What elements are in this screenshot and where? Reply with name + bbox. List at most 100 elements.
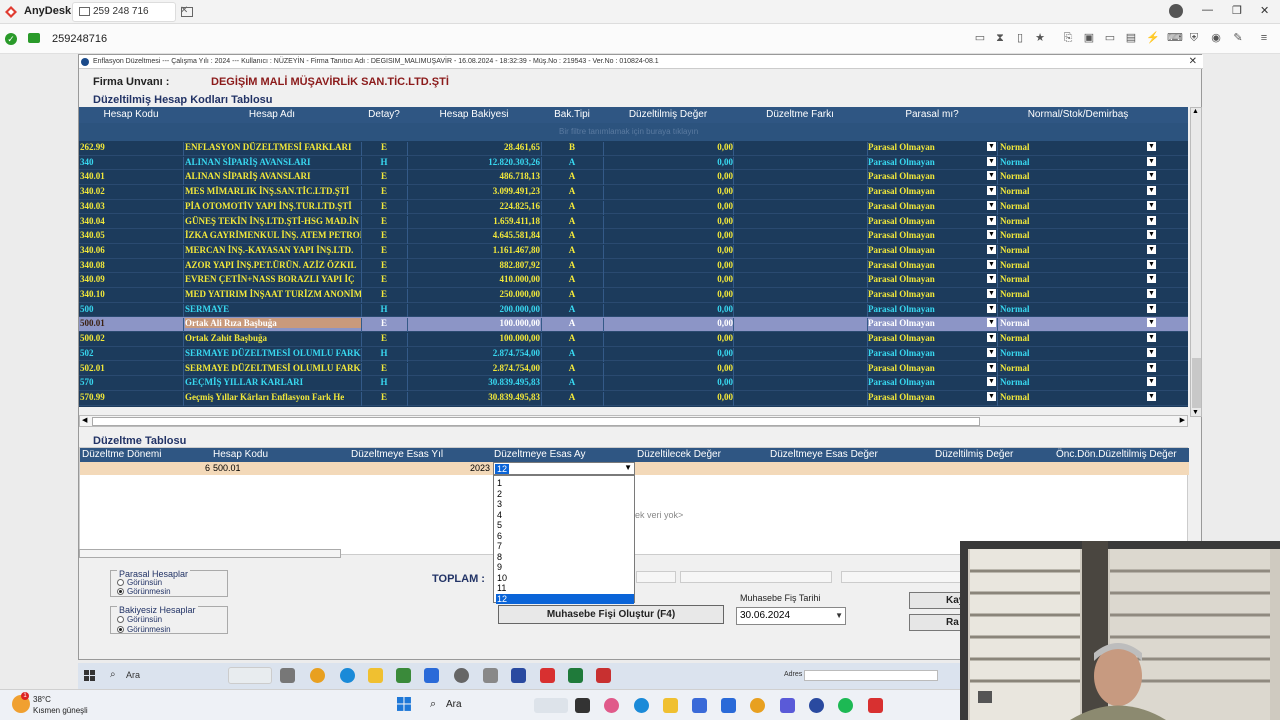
cell-duzeltilmis-deger[interactable]: 0,00 — [603, 392, 733, 402]
chat-icon[interactable]: ▭ — [974, 32, 986, 44]
cell-hesap-adi[interactable]: Ortak Zahit Başbuğa — [185, 333, 361, 343]
nsd-dropdown-icon[interactable]: ▼ — [1147, 259, 1156, 269]
radio-bakiyesiz-gorunmesin[interactable]: Görünmesin — [117, 625, 171, 634]
cell-bak-tipi[interactable]: A — [541, 245, 603, 255]
display-icon[interactable]: ▭ — [1104, 32, 1116, 44]
cell-parasal[interactable]: Parasal Olmayan — [868, 348, 988, 358]
cell-hesap-bakiyesi[interactable]: 100.000,00 — [409, 318, 541, 328]
month-option[interactable]: 7 — [496, 541, 634, 552]
cell-hesap-bakiyesi[interactable]: 100.000,00 — [409, 333, 541, 343]
cell-kod[interactable]: 500.01 — [213, 463, 241, 473]
table-row[interactable]: 502 SERMAYE DÜZELTMESİ OLUMLU FARKL H 2.874… — [79, 347, 1188, 362]
col-hesap-bakiyesi[interactable]: Hesap Bakiyesi — [407, 109, 541, 120]
task-view-icon[interactable] — [575, 698, 590, 713]
cell-nsd[interactable]: Normal — [1000, 318, 1150, 328]
cell-detay[interactable]: E — [361, 318, 407, 328]
col-duzeltilmis-deger-2[interactable]: Düzeltilmiş Değer — [935, 449, 1013, 460]
cell-nsd[interactable]: Normal — [1000, 304, 1150, 314]
cell-hesap-kodu[interactable]: 340 — [80, 157, 180, 167]
hesap-kodlari-grid[interactable]: Hesap Kodu Hesap Adı Detay? Hesap Bakiye… — [79, 107, 1188, 407]
nsd-dropdown-icon[interactable]: ▼ — [1147, 303, 1156, 313]
month-option[interactable]: 8 — [496, 552, 634, 563]
cell-hesap-bakiyesi[interactable]: 30.839.495,83 — [409, 392, 540, 402]
nsd-dropdown-icon[interactable]: ▼ — [1147, 171, 1156, 181]
cell-yil[interactable]: 2023 — [470, 463, 490, 473]
cell-detay[interactable]: H — [361, 304, 407, 314]
cell-nsd[interactable]: Normal — [1000, 377, 1150, 387]
month-option[interactable]: 12 — [496, 593, 634, 605]
parasal-dropdown-icon[interactable]: ▼ — [987, 347, 996, 357]
cell-duzeltilmis-deger[interactable]: 0,00 — [603, 230, 733, 240]
cell-hesap-adi[interactable]: ENFLASYON DÜZELTMESİ FARKLARI — [185, 142, 361, 152]
app-icon[interactable] — [596, 668, 611, 683]
cell-bak-tipi[interactable]: A — [541, 216, 603, 226]
cell-detay[interactable]: H — [361, 377, 407, 387]
month-option[interactable]: 9 — [496, 562, 634, 573]
cell-hesap-bakiyesi[interactable]: 410.000,00 — [409, 274, 541, 284]
cell-hesap-bakiyesi[interactable]: 2.874.754,00 — [409, 348, 540, 358]
teams-icon[interactable] — [780, 698, 795, 713]
cell-detay[interactable]: E — [361, 333, 407, 343]
host-search-box[interactable]: ⌕ Ara — [428, 696, 596, 715]
cell-detay[interactable]: E — [361, 245, 407, 255]
window-close-button[interactable]: ✕ — [1189, 56, 1197, 67]
cell-duzeltilmis-deger[interactable]: 0,00 — [603, 216, 733, 226]
radio-parasal-gorunsun[interactable]: Görünsün — [117, 578, 162, 587]
cell-nsd[interactable]: Normal — [1000, 260, 1150, 270]
table-row[interactable]: 340.08 AZOR YAPI İNŞ.PET.ÜRÜN. AZİZ ÖZKIL… — [79, 259, 1188, 274]
cell-nsd[interactable]: Normal — [1000, 157, 1150, 167]
col-duzeltme-farki[interactable]: Düzeltme Farkı — [733, 109, 867, 120]
cell-bak-tipi[interactable]: A — [541, 171, 603, 181]
zoom-icon[interactable] — [511, 668, 526, 683]
table-row[interactable]: 500 SERMAYE H 200.000,00 A 0,00 Parasal Olmaya… — [79, 303, 1188, 318]
month-option[interactable]: 2 — [496, 489, 634, 500]
cell-bak-tipi[interactable]: A — [541, 304, 603, 314]
col-onc-donem[interactable]: Önc.Dön.Düzeltilmiş Değer — [1056, 449, 1177, 460]
cell-donem[interactable]: 6 — [205, 463, 210, 473]
cell-duzeltilmis-deger[interactable]: 0,00 — [603, 348, 733, 358]
anydesk-icon[interactable] — [868, 698, 883, 713]
cell-duzeltilmis-deger[interactable]: 0,00 — [603, 142, 733, 152]
cell-hesap-bakiyesi[interactable]: 250.000,00 — [409, 289, 541, 299]
nsd-dropdown-icon[interactable]: ▼ — [1147, 186, 1156, 196]
esas-ay-combobox[interactable]: 12 ▼ — [493, 462, 635, 475]
col-parasal-mi[interactable]: Parasal mı? — [867, 109, 997, 120]
cell-hesap-kodu[interactable]: 500.02 — [80, 333, 180, 343]
cell-hesap-adi[interactable]: EVREN ÇETİN+NASS BORAZLI YAPI İÇ — [185, 274, 361, 284]
cell-detay[interactable]: E — [361, 392, 407, 402]
cell-bak-tipi[interactable]: A — [541, 157, 603, 167]
table-row[interactable]: 262.99 ENFLASYON DÜZELTMESİ FARKLARI E 28.4… — [79, 141, 1188, 156]
copilot-icon[interactable] — [604, 698, 619, 713]
cell-parasal[interactable]: Parasal Olmayan — [868, 363, 988, 373]
cell-hesap-kodu[interactable]: 340.10 — [80, 289, 180, 299]
cell-parasal[interactable]: Parasal Olmayan — [868, 289, 988, 299]
cell-nsd[interactable]: Normal — [1000, 245, 1150, 255]
scroll-right-icon[interactable]: ▶ — [1180, 416, 1185, 424]
cell-hesap-kodu[interactable]: 570.99 — [80, 392, 180, 402]
table-row[interactable]: 340.06 MERCAN İNŞ.-KAYASAN YAPI İNŞ.LTD. E… — [79, 244, 1188, 259]
widget-image[interactable] — [228, 667, 272, 684]
parasal-dropdown-icon[interactable]: ▼ — [987, 362, 996, 372]
cell-parasal[interactable]: Parasal Olmayan — [868, 260, 988, 270]
chrome-icon[interactable] — [310, 668, 325, 683]
folder-icon[interactable] — [663, 698, 678, 713]
vertical-scrollbar[interactable]: ▲ ▼ — [1190, 107, 1202, 417]
hourglass-icon[interactable]: ⧗ — [994, 32, 1006, 44]
cell-hesap-bakiyesi[interactable]: 12.820.303,26 — [409, 157, 540, 167]
cell-nsd[interactable]: Normal — [1000, 186, 1150, 196]
cell-detay[interactable]: H — [361, 348, 407, 358]
cell-detay[interactable]: E — [361, 363, 407, 373]
cell-hesap-adi[interactable]: İZKA GAYRİMENKUL İNŞ. ATEM PETROL — [185, 230, 361, 240]
nsd-dropdown-icon[interactable]: ▼ — [1147, 333, 1156, 343]
windows-start-icon[interactable] — [84, 670, 96, 682]
parasal-dropdown-icon[interactable]: ▼ — [987, 259, 996, 269]
col-hesap-adi[interactable]: Hesap Adı — [183, 109, 361, 120]
store-icon[interactable] — [396, 668, 411, 683]
monitor-select-icon[interactable]: ▣ — [1083, 32, 1095, 44]
chrome-icon[interactable] — [750, 698, 765, 713]
muhasebe-fisi-olustur-button[interactable]: Muhasebe Fişi Oluştur (F4) — [498, 605, 724, 624]
nsd-dropdown-icon[interactable]: ▼ — [1147, 156, 1156, 166]
nsd-dropdown-icon[interactable]: ▼ — [1147, 200, 1156, 210]
cell-bak-tipi[interactable]: A — [541, 377, 603, 387]
cell-bak-tipi[interactable]: A — [541, 363, 603, 373]
